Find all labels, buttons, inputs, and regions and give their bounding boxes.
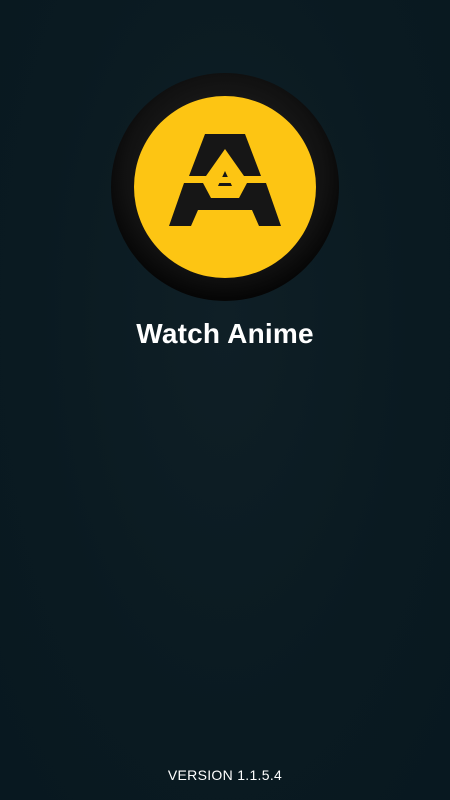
app-logo: [111, 73, 339, 301]
splash-screen: Watch Anime VERSION 1.1.5.4: [0, 0, 450, 800]
logo-disc: [134, 96, 316, 278]
version-label: VERSION 1.1.5.4: [167, 767, 283, 783]
app-title: Watch Anime: [136, 318, 314, 349]
letter-a-logo-icon: [111, 73, 339, 301]
